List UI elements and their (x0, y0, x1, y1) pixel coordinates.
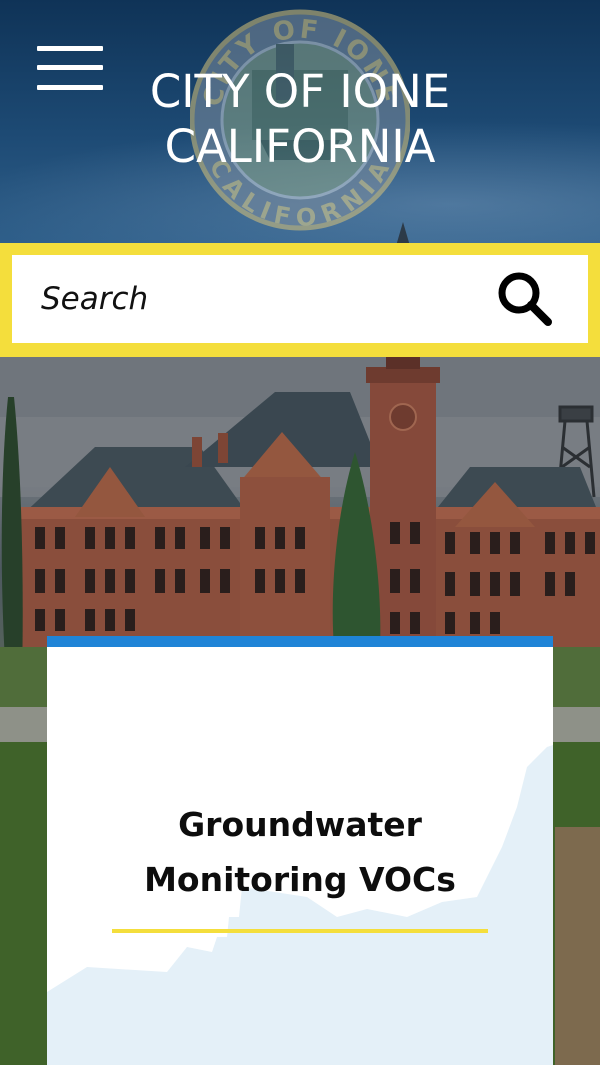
site-header: CITY OF IONE CALIFORNIA CITY OF IONE CAL… (0, 0, 600, 243)
site-title-line1: CITY OF IONE (149, 65, 451, 118)
hamburger-menu-icon[interactable] (37, 44, 105, 96)
search-input[interactable] (39, 268, 484, 330)
menu-bar-bottom (37, 85, 103, 90)
search-box (12, 255, 588, 343)
menu-bar-middle (37, 65, 103, 70)
site-title[interactable]: CITY OF IONE CALIFORNIA (100, 64, 500, 174)
featured-card[interactable]: Groundwater Monitoring VOCs (47, 636, 553, 1065)
search-icon (498, 272, 552, 326)
search-button[interactable] (484, 259, 564, 339)
card-title-line2: Monitoring VOCs (144, 860, 456, 899)
card-divider (112, 929, 488, 933)
search-bar-container (0, 243, 600, 357)
tower-spire (396, 222, 410, 243)
site-title-line2: CALIFORNIA (164, 120, 436, 173)
card-title-line1: Groundwater (178, 805, 422, 844)
menu-bar-top (37, 46, 103, 51)
card-title[interactable]: Groundwater Monitoring VOCs (47, 797, 553, 907)
